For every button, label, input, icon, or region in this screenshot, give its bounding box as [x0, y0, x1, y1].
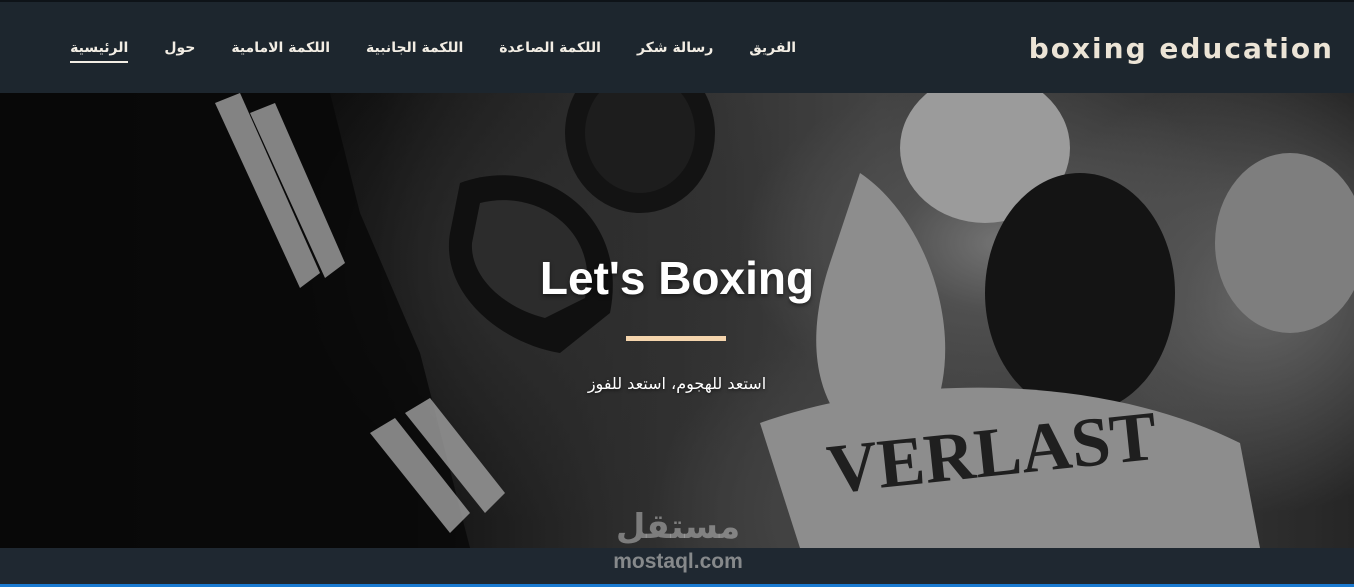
nav-item-thanks[interactable]: رسالة شكر [637, 40, 713, 63]
bottom-bar [0, 548, 1354, 587]
hero-subtitle: استعد للهجوم، استعد للفوز [587, 374, 767, 393]
nav-item-home[interactable]: الرئيسية [70, 40, 129, 63]
hero-title: Let's Boxing [539, 252, 815, 304]
hero-banner: VERLAST Let's Boxing استعد للهجوم، استعد… [0, 93, 1354, 548]
nav-item-hook[interactable]: اللكمة الجانبية [366, 40, 463, 63]
top-navbar: boxing education الرئيسية حول اللكمة الا… [0, 0, 1354, 93]
hero-divider [626, 336, 726, 341]
main-nav: الرئيسية حول اللكمة الامامية اللكمة الجا… [70, 40, 796, 63]
nav-item-jab[interactable]: اللكمة الامامية [231, 40, 330, 63]
site-brand[interactable]: boxing education [1029, 32, 1334, 65]
nav-item-about[interactable]: حول [164, 40, 195, 63]
nav-item-uppercut[interactable]: اللكمة الصاعدة [499, 40, 601, 63]
nav-item-team[interactable]: الفريق [749, 40, 796, 63]
hero-content: Let's Boxing استعد للهجوم، استعد للفوز [0, 93, 1354, 548]
